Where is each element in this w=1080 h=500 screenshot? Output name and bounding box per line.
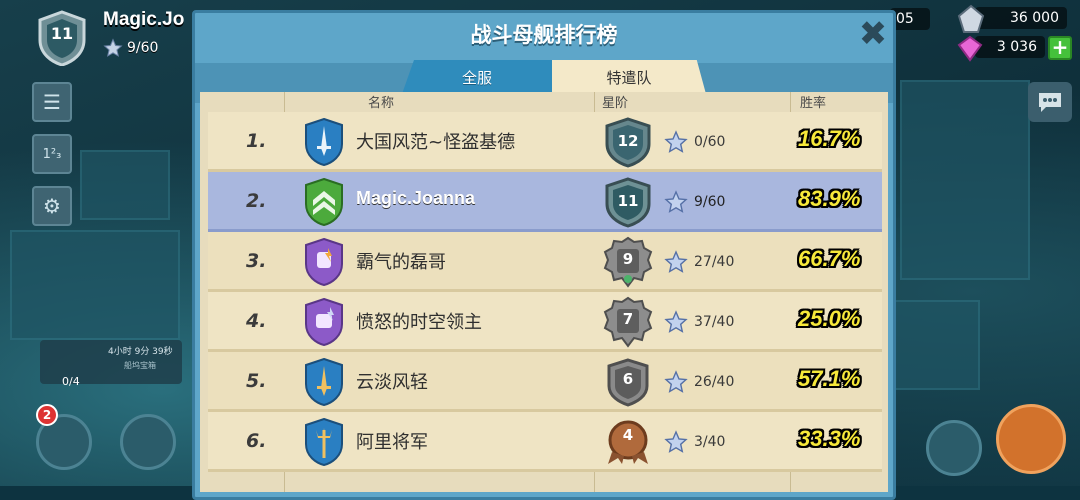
rank-level: 6 [622,370,634,388]
player-name-cell: 大国风范~怪盗基德 [356,132,516,153]
row-winrate: 57.1% [798,366,861,391]
base-building [80,150,170,220]
chevron-emblem-icon [305,178,343,226]
player-name-cell: 霸气的磊哥 [356,252,446,273]
rank-level: 7 [622,310,634,328]
player-name-cell: 愤怒的时空领主 [356,312,482,333]
menu-button[interactable]: ☰ [32,82,72,122]
fist-emblem-icon [305,298,343,346]
row-rank: 4. [246,310,267,332]
row-winrate: 25.0% [798,306,861,331]
row-rank: 5. [246,370,267,392]
star-icon [664,370,688,393]
menu-icon: ☰ [43,90,61,114]
star-icon [664,190,688,213]
tab-task-force[interactable]: 特遣队 [552,60,706,94]
weapons-button[interactable] [120,414,176,470]
header-rank: 星阶 [602,96,629,111]
chest-timer: 4小时 9分 39秒 [108,347,173,357]
table-row[interactable]: 4. 愤怒的时空领主 7 37/40 25.0% [208,292,882,352]
player-name-cell: 阿里将军 [356,432,428,453]
row-rank: 1. [246,130,267,152]
settings-button[interactable]: ⚙ [32,186,72,226]
iron-resource: 36 000 [975,7,1067,29]
tab-global[interactable]: 全服 [402,60,552,94]
iron-icon [957,4,985,33]
header-name: 名称 [368,96,395,111]
star-icon [664,430,688,453]
table-row[interactable]: 3. 霸气的磊哥 9 27/40 66.7% [208,232,882,292]
row-stars: 27/40 [694,254,735,270]
row-winrate: 66.7% [798,246,861,271]
panel-title: 战斗母舰排行榜 [470,23,618,47]
dagger-emblem-icon [305,118,343,166]
rank-level: 11 [617,192,639,210]
player-name-cell: 云淡风轻 [356,372,428,393]
ranking-icon: 1²₃ [42,146,62,162]
player-stars-value: 9/60 [127,40,159,56]
gem-value: 3 036 [996,39,1037,55]
row-stars: 3/40 [694,434,726,450]
table-row[interactable]: 1. 大国风范~怪盗基德 12 0/60 16.7% [208,112,882,172]
base-building [890,300,980,390]
map-button[interactable] [926,420,982,476]
chest-count: 0/4 [62,375,80,388]
leaderboard-table: 名称 星阶 胜率 1. 大国风范~怪盗基德 12 0/60 16.7% 2. M… [200,92,888,492]
star-icon [103,38,123,57]
table-row[interactable]: 5. 云淡风轻 6 26/40 57.1% [208,352,882,412]
base-building [900,80,1030,280]
row-stars: 9/60 [694,194,726,210]
gear-icon: ⚙ [43,194,61,218]
row-rank: 6. [246,430,267,452]
row-rank: 3. [246,250,267,272]
iron-value: 36 000 [1010,10,1059,26]
row-winrate: 83.9% [798,186,861,211]
rank-level: 9 [622,250,634,268]
table-row[interactable]: 6. 阿里将军 4 3/40 33.3% [208,412,882,472]
chest-label: 船坞宝箱 [124,361,156,370]
base-building [10,230,180,340]
row-stars: 26/40 [694,374,735,390]
sword-emblem-icon [305,358,343,406]
row-stars: 37/40 [694,314,735,330]
player-name[interactable]: Magic.Jo [103,9,184,31]
close-button[interactable]: ✖ [858,17,888,51]
attack-button[interactable] [996,404,1066,474]
player-stars: 9/60 [103,38,158,58]
fist-emblem-icon [305,238,343,286]
leaderboard-button[interactable]: 1²₃ [32,134,72,174]
rank-level: 4 [622,426,634,444]
row-rank: 2. [246,190,267,212]
buy-gems-button[interactable]: + [1048,36,1072,60]
player-level: 11 [50,24,74,43]
table-row-current-player[interactable]: 2. Magic.Joanna 11 9/60 83.9% [208,172,882,232]
player-name-cell: Magic.Joanna [356,188,476,208]
rank-level: 12 [617,132,639,150]
close-icon: ✖ [858,14,888,54]
row-stars: 0/60 [694,134,726,150]
star-icon [664,310,688,333]
chat-icon [1039,93,1061,112]
notification-badge: 2 [36,404,58,426]
resource-partial: 05 [890,8,930,30]
star-icon [664,130,688,153]
diamond-icon [957,35,983,62]
row-winrate: 16.7% [798,126,861,151]
header-winrate: 胜率 [800,96,827,111]
star-icon [664,250,688,273]
chat-button[interactable] [1028,82,1072,122]
row-winrate: 33.3% [798,426,861,451]
trident-emblem-icon [305,418,343,466]
gem-resource: 3 036 [975,36,1045,58]
